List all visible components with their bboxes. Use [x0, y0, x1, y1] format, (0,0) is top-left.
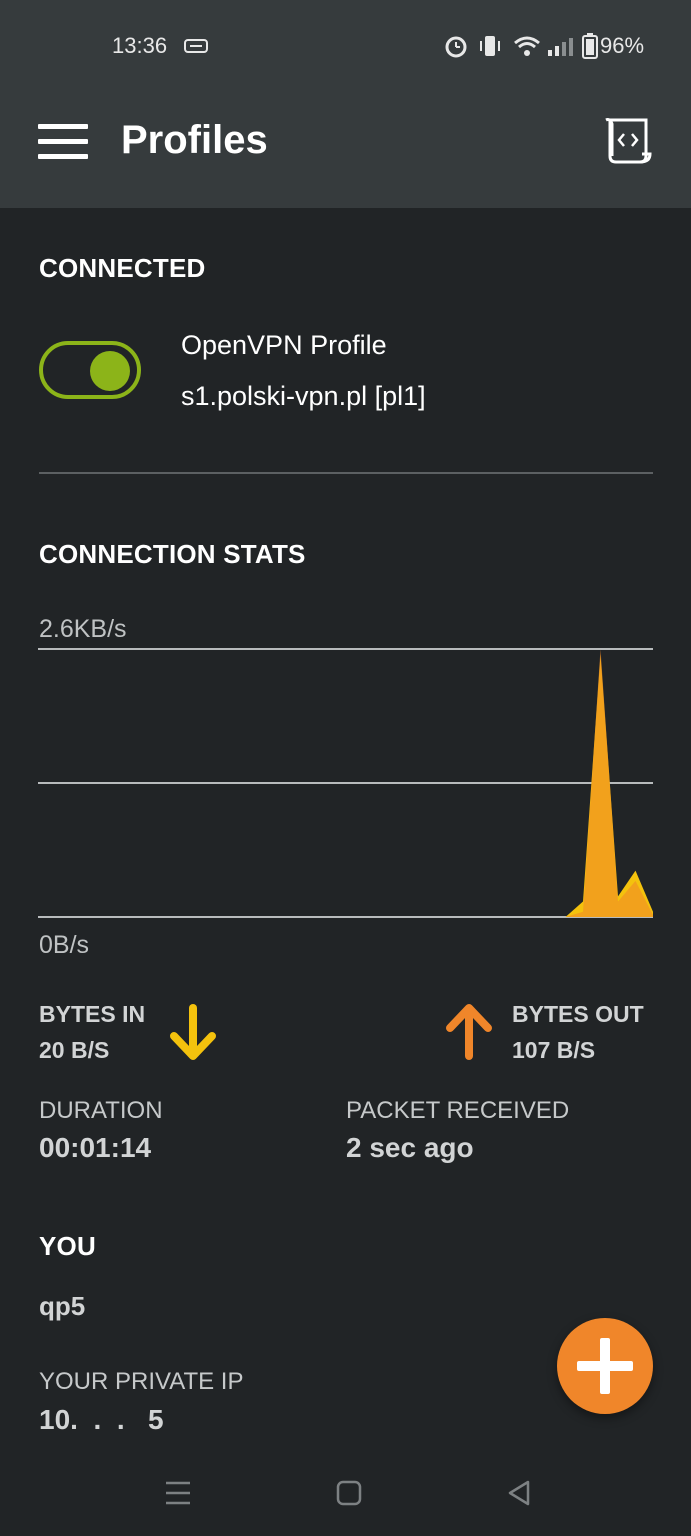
private-ip-value: 10. . . 5: [39, 1404, 164, 1435]
toggle-knob: [90, 351, 130, 391]
you-heading: YOU: [39, 1231, 96, 1261]
profile-name[interactable]: OpenVPN Profile: [181, 330, 387, 361]
bytes-in-value: 20 B/S: [39, 1037, 110, 1063]
plus-icon-vertical: [600, 1338, 610, 1394]
chart-max-label: 2.6KB/s: [39, 615, 127, 643]
battery-percent: 96%: [600, 33, 645, 58]
connected-heading: CONNECTED: [39, 253, 206, 283]
profile-server[interactable]: s1.polski-vpn.pl [pl1]: [181, 381, 426, 412]
vibrate-icon: [480, 36, 500, 56]
duration-label: DURATION: [39, 1097, 163, 1124]
bytes-in-label: BYTES IN: [39, 1001, 146, 1027]
chart-min-label: 0B/s: [39, 931, 90, 959]
divider: [39, 472, 653, 474]
traffic-chart: [38, 648, 653, 918]
private-ip-label: YOUR PRIVATE IP: [39, 1368, 244, 1395]
page-title: Profiles: [121, 118, 268, 162]
message-icon: [184, 39, 208, 53]
arrow-down-icon: [170, 1004, 216, 1060]
bytes-out-label: BYTES OUT: [512, 1001, 644, 1027]
back-icon[interactable]: [505, 1477, 533, 1511]
connection-stats-heading: CONNECTION STATS: [39, 539, 306, 569]
user-name: qp5: [39, 1291, 86, 1321]
home-icon[interactable]: [335, 1477, 363, 1511]
bytes-out-value: 107 B/S: [512, 1037, 596, 1063]
packet-received-label: PACKET RECEIVED: [346, 1097, 570, 1124]
status-bar: 13:36 96%: [0, 0, 691, 90]
vpn-toggle[interactable]: [39, 341, 141, 399]
battery-icon: [582, 33, 598, 59]
status-time: 13:36: [112, 33, 168, 58]
log-scroll-icon[interactable]: [602, 116, 654, 166]
hamburger-menu-icon[interactable]: [38, 124, 88, 160]
wifi-icon: [514, 36, 540, 56]
app-bar: Profiles: [0, 90, 691, 208]
packet-received-value: 2 sec ago: [346, 1132, 474, 1163]
arrow-up-icon: [446, 1004, 492, 1060]
alarm-icon: [445, 36, 467, 58]
recent-apps-icon[interactable]: [164, 1477, 192, 1511]
duration-value: 00:01:14: [39, 1132, 152, 1163]
signal-icon: [548, 38, 573, 56]
add-profile-button[interactable]: [557, 1318, 653, 1414]
navigation-bar: [0, 1455, 691, 1536]
